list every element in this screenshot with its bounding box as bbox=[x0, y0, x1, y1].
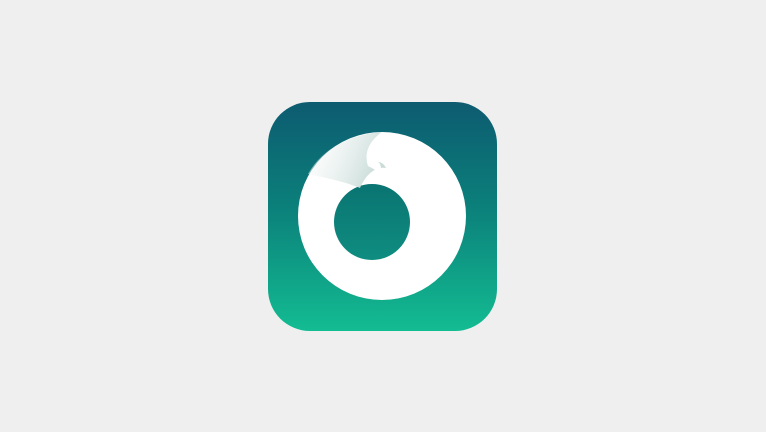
ring-hole bbox=[334, 184, 410, 260]
app-logo-icon bbox=[268, 102, 497, 331]
app-icon bbox=[268, 102, 497, 331]
